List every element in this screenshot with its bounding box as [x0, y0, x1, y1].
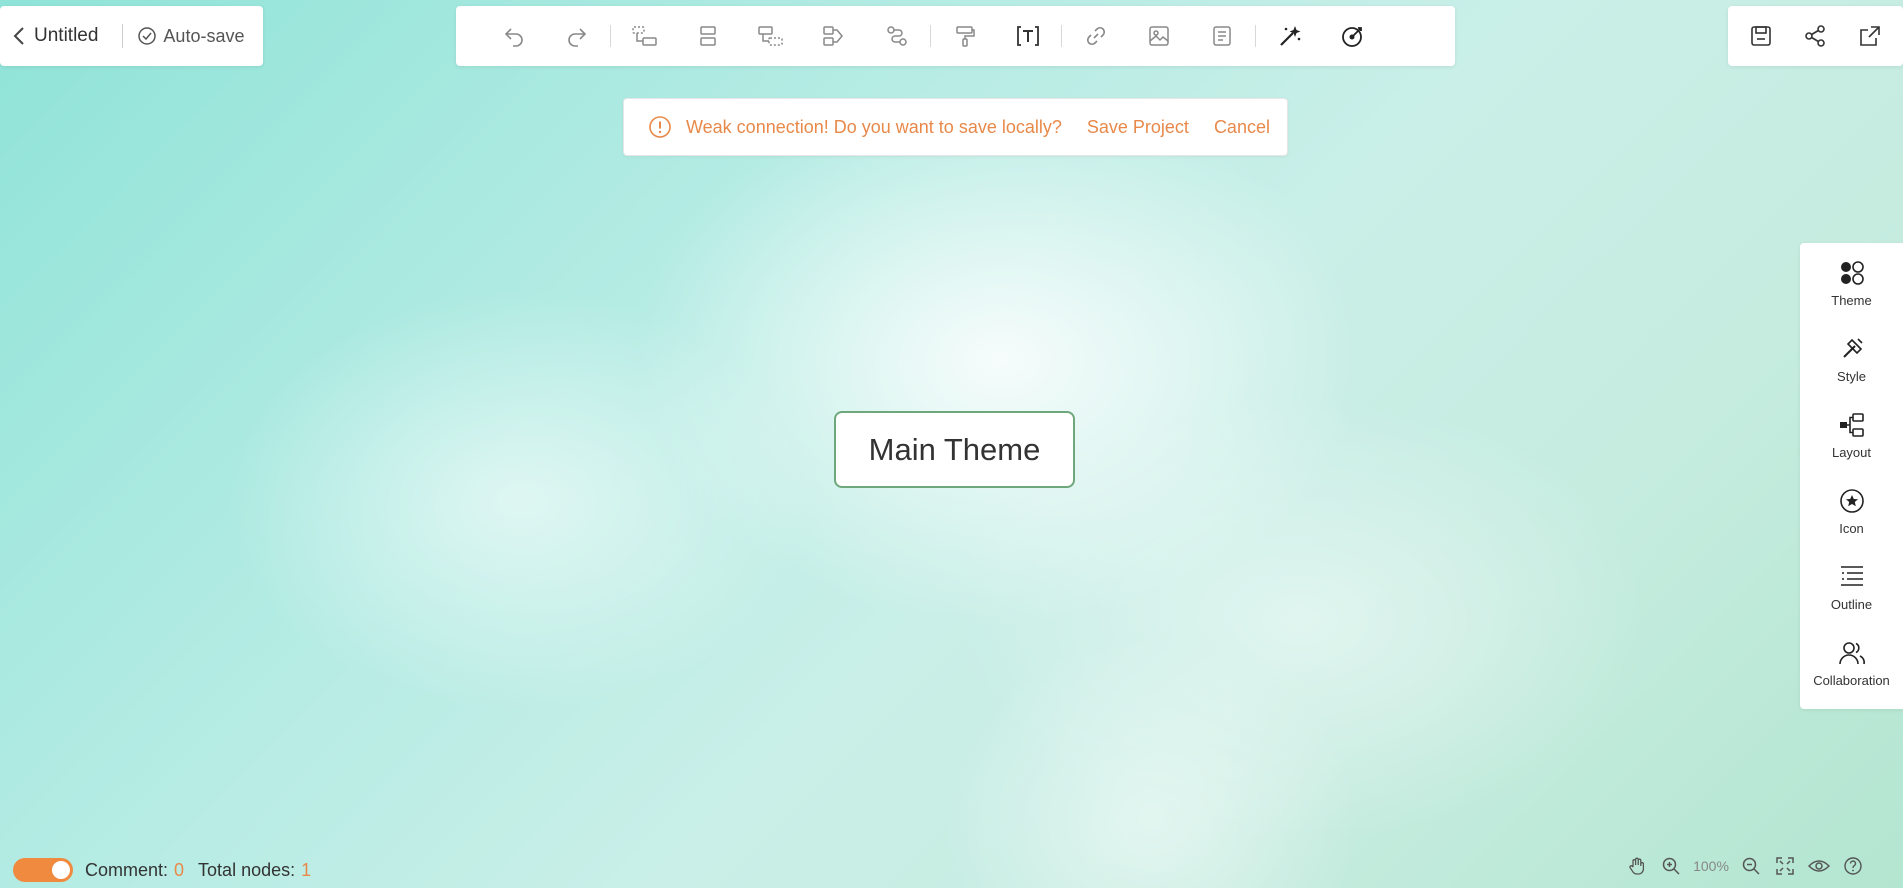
cancel-button[interactable]: Cancel [1214, 117, 1270, 138]
redo-icon [565, 24, 589, 48]
outline-icon [1838, 563, 1866, 591]
fit-screen-icon [1775, 856, 1795, 876]
add-connection-button[interactable] [865, 6, 928, 66]
total-nodes-count: 1 [301, 859, 312, 880]
sidebar-item-layout[interactable]: Layout [1800, 405, 1903, 481]
add-parent-node-icon [757, 24, 785, 48]
note-button[interactable] [1190, 6, 1253, 66]
help-icon [1843, 856, 1863, 876]
right-sidebar: Theme Style Layout Icon Outline Collabor… [1800, 243, 1903, 709]
fit-screen-button[interactable] [1768, 852, 1802, 880]
check-circle-icon [137, 26, 157, 46]
add-sibling-node-button[interactable] [676, 6, 739, 66]
top-right-toolbar [1728, 6, 1903, 66]
total-nodes-label: Total nodes: [198, 859, 296, 880]
theme-icon [1838, 259, 1866, 287]
add-child-node-icon [631, 24, 659, 48]
warning-message: Weak connection! Do you want to save loc… [686, 116, 1062, 137]
redo-button[interactable] [545, 6, 608, 66]
sidebar-item-label: Layout [1831, 445, 1872, 460]
focus-target-icon [1340, 23, 1366, 49]
toolbar-divider [930, 25, 931, 47]
preview-button[interactable] [1802, 852, 1836, 880]
connection-warning-banner: Weak connection! Do you want to save loc… [623, 98, 1288, 156]
sidebar-item-label: Style [1837, 369, 1866, 384]
zoom-controls: 100% [1620, 852, 1903, 880]
image-icon [1147, 24, 1171, 48]
image-button[interactable] [1127, 6, 1190, 66]
zoom-out-icon [1741, 856, 1761, 876]
add-sibling-node-icon [696, 24, 720, 48]
warning-icon [648, 115, 672, 139]
add-connection-icon [885, 24, 909, 48]
autosave-label: Auto-save [163, 25, 245, 46]
sidebar-item-label: Icon [1839, 521, 1864, 536]
comment-label: Comment: [85, 859, 169, 880]
ai-magic-button[interactable] [1258, 6, 1321, 66]
status-bar: Comment: 0 Total nodes: 1 [13, 858, 311, 882]
document-title[interactable]: Untitled [34, 25, 98, 47]
zoom-level: 100% [1693, 858, 1729, 874]
eye-icon [1808, 856, 1830, 876]
collaboration-icon [1838, 639, 1866, 667]
toggle-knob [52, 861, 70, 879]
note-icon [1210, 24, 1234, 48]
back-button[interactable]: Untitled [12, 25, 98, 47]
style-icon [1838, 335, 1866, 363]
add-child-node-button[interactable] [613, 6, 676, 66]
add-relation-icon [821, 24, 847, 48]
format-painter-button[interactable] [933, 6, 996, 66]
sidebar-item-label: Theme [1831, 293, 1872, 308]
save-icon [1749, 24, 1773, 48]
pan-hand-button[interactable] [1620, 852, 1654, 880]
hand-icon [1627, 856, 1647, 876]
main-theme-node[interactable]: Main Theme [834, 411, 1075, 488]
add-relation-button[interactable] [802, 6, 865, 66]
share-button[interactable] [1789, 6, 1841, 66]
undo-button[interactable] [482, 6, 545, 66]
toolbar-divider [1255, 25, 1256, 47]
link-icon [1084, 24, 1108, 48]
link-button[interactable] [1064, 6, 1127, 66]
toolbar-divider [610, 25, 611, 47]
sidebar-item-outline[interactable]: Outline [1800, 557, 1903, 633]
chevron-left-icon [12, 26, 26, 46]
sidebar-item-style[interactable]: Style [1800, 329, 1903, 405]
zoom-out-button[interactable] [1734, 852, 1768, 880]
focus-target-button[interactable] [1321, 6, 1384, 66]
divider [122, 24, 124, 48]
zoom-in-icon [1661, 856, 1681, 876]
document-header: Untitled Auto-save [0, 6, 263, 66]
share-icon [1803, 24, 1827, 48]
toolbar-divider [1061, 25, 1062, 47]
text-icon [1015, 24, 1041, 48]
export-button[interactable] [1844, 6, 1896, 66]
export-icon [1858, 24, 1882, 48]
sidebar-item-collaboration[interactable]: Collaboration [1800, 633, 1903, 709]
undo-icon [502, 24, 526, 48]
icon-icon [1838, 487, 1866, 515]
ai-magic-icon [1277, 23, 1303, 49]
autosave-status[interactable]: Auto-save [137, 26, 244, 47]
zoom-in-button[interactable] [1654, 852, 1688, 880]
sidebar-item-icon[interactable]: Icon [1800, 481, 1903, 557]
format-painter-icon [953, 24, 977, 48]
save-button[interactable] [1735, 6, 1787, 66]
sidebar-item-label: Collaboration [1813, 673, 1890, 688]
sidebar-item-label: Outline [1830, 597, 1873, 612]
save-project-button[interactable]: Save Project [1087, 117, 1189, 138]
main-toolbar [456, 6, 1455, 66]
text-button[interactable] [996, 6, 1059, 66]
sidebar-item-theme[interactable]: Theme [1800, 253, 1903, 329]
comment-toggle[interactable] [13, 858, 73, 882]
help-button[interactable] [1836, 852, 1870, 880]
comment-count: 0 [174, 859, 185, 880]
add-parent-node-button[interactable] [739, 6, 802, 66]
layout-icon [1838, 411, 1866, 439]
